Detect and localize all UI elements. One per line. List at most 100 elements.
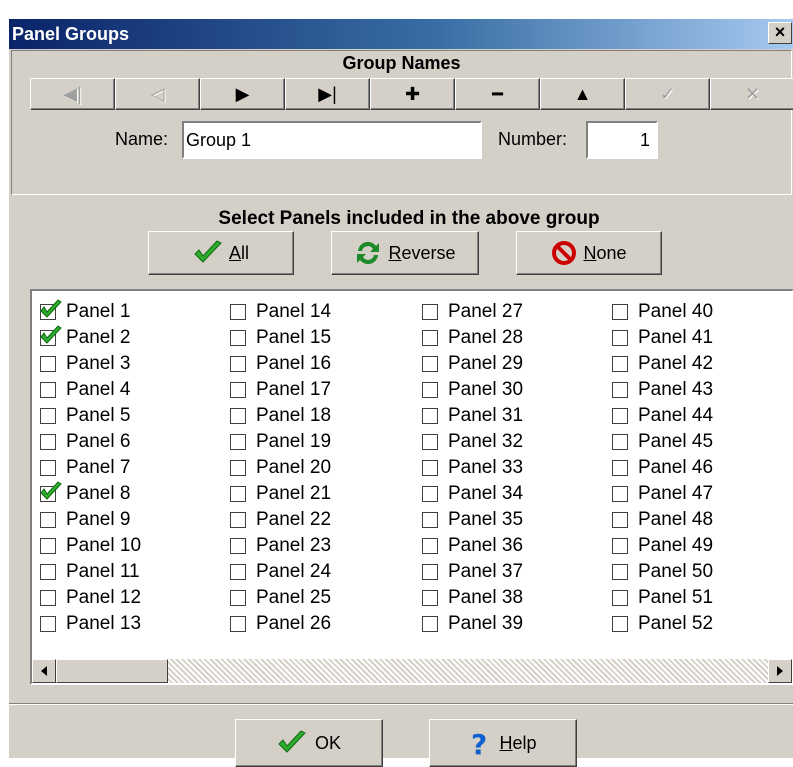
panel-checkbox-item[interactable]: Panel 22 (230, 507, 331, 533)
panel-checkbox-item[interactable]: Panel 40 (612, 299, 713, 325)
checkbox[interactable] (612, 460, 628, 476)
panel-checkbox-item[interactable]: Panel 10 (40, 533, 141, 559)
checkbox[interactable] (612, 434, 628, 450)
checkbox[interactable] (230, 538, 246, 554)
checkbox[interactable] (40, 408, 56, 424)
checkbox[interactable] (612, 512, 628, 528)
panel-checkbox-item[interactable]: Panel 45 (612, 429, 713, 455)
delete-record-button[interactable]: ━ (455, 78, 540, 110)
edit-record-button[interactable]: ▲ (540, 78, 625, 110)
ok-button[interactable]: OK (235, 719, 383, 767)
prior-record-button[interactable]: ◁ (115, 78, 200, 110)
checkbox[interactable] (40, 538, 56, 554)
checkbox[interactable] (230, 330, 246, 346)
checkbox[interactable] (40, 460, 56, 476)
checkbox[interactable] (422, 538, 438, 554)
first-record-button[interactable]: ◀| (30, 78, 115, 110)
checkbox[interactable] (40, 434, 56, 450)
panel-checkbox-item[interactable]: Panel 5 (40, 403, 141, 429)
last-record-button[interactable]: ▶| (285, 78, 370, 110)
checkbox[interactable] (230, 408, 246, 424)
checkbox[interactable] (40, 564, 56, 580)
panel-checkbox-item[interactable]: Panel 17 (230, 377, 331, 403)
checkbox[interactable] (230, 564, 246, 580)
checkbox[interactable] (230, 486, 246, 502)
panel-checkbox-item[interactable]: Panel 43 (612, 377, 713, 403)
checkbox[interactable] (422, 330, 438, 346)
panel-checkbox-item[interactable]: Panel 36 (422, 533, 523, 559)
panel-checkbox-item[interactable]: Panel 12 (40, 585, 141, 611)
panel-checkbox-item[interactable]: Panel 50 (612, 559, 713, 585)
select-none-button[interactable]: None (516, 231, 662, 275)
panel-checkbox-item[interactable]: Panel 28 (422, 325, 523, 351)
checkbox[interactable] (612, 330, 628, 346)
panel-checkbox-item[interactable]: Panel 1 (40, 299, 141, 325)
panel-checkbox-item[interactable]: Panel 6 (40, 429, 141, 455)
title-bar[interactable]: Panel Groups × (9, 19, 793, 49)
checkbox[interactable] (230, 434, 246, 450)
panel-checkbox-item[interactable]: Panel 26 (230, 611, 331, 637)
panel-checkbox-item[interactable]: Panel 42 (612, 351, 713, 377)
panel-checkbox-item[interactable]: Panel 4 (40, 377, 141, 403)
checkbox[interactable] (422, 356, 438, 372)
checkbox[interactable] (422, 408, 438, 424)
panel-checkbox-item[interactable]: Panel 27 (422, 299, 523, 325)
checkbox[interactable] (40, 356, 56, 372)
checked-checkbox[interactable] (40, 325, 62, 346)
checkbox[interactable] (422, 512, 438, 528)
reverse-button[interactable]: Reverse (331, 231, 479, 275)
checkbox[interactable] (230, 356, 246, 372)
panel-checkbox-item[interactable]: Panel 48 (612, 507, 713, 533)
checkbox[interactable] (230, 460, 246, 476)
checkbox[interactable] (40, 616, 56, 632)
checkbox[interactable] (612, 590, 628, 606)
panel-checkbox-item[interactable]: Panel 25 (230, 585, 331, 611)
checkbox[interactable] (230, 512, 246, 528)
scroll-right-button[interactable] (768, 659, 792, 683)
name-input[interactable] (182, 121, 482, 159)
checkbox[interactable] (612, 408, 628, 424)
panel-checkbox-item[interactable]: Panel 51 (612, 585, 713, 611)
checkbox[interactable] (612, 538, 628, 554)
close-button[interactable]: × (768, 22, 792, 44)
insert-record-button[interactable]: ✚ (370, 78, 455, 110)
post-edit-button[interactable]: ✓ (625, 78, 710, 110)
checkbox[interactable] (422, 616, 438, 632)
panel-checkbox-item[interactable]: Panel 47 (612, 481, 713, 507)
panel-checkbox-item[interactable]: Panel 18 (230, 403, 331, 429)
panel-checkbox-item[interactable]: Panel 24 (230, 559, 331, 585)
panel-checkbox-item[interactable]: Panel 15 (230, 325, 331, 351)
checkbox[interactable] (230, 616, 246, 632)
checkbox[interactable] (612, 616, 628, 632)
panel-checkbox-item[interactable]: Panel 16 (230, 351, 331, 377)
checkbox[interactable] (612, 564, 628, 580)
checkbox[interactable] (40, 382, 56, 398)
panel-checkbox-item[interactable]: Panel 39 (422, 611, 523, 637)
panel-checkbox-item[interactable]: Panel 21 (230, 481, 331, 507)
help-button[interactable]: ? Help (429, 719, 577, 767)
checkbox[interactable] (230, 590, 246, 606)
panel-checkbox-item[interactable]: Panel 49 (612, 533, 713, 559)
scroll-left-button[interactable] (32, 659, 56, 683)
checkbox[interactable] (230, 382, 246, 398)
panel-checkbox-item[interactable]: Panel 7 (40, 455, 141, 481)
checkbox[interactable] (612, 486, 628, 502)
panel-checkbox-item[interactable]: Panel 32 (422, 429, 523, 455)
checkbox[interactable] (40, 590, 56, 606)
panel-checkbox-item[interactable]: Panel 3 (40, 351, 141, 377)
panel-checkbox-item[interactable]: Panel 2 (40, 325, 141, 351)
panel-checkbox-item[interactable]: Panel 41 (612, 325, 713, 351)
checkbox[interactable] (422, 590, 438, 606)
next-record-button[interactable]: ▶ (200, 78, 285, 110)
panel-checkbox-item[interactable]: Panel 13 (40, 611, 141, 637)
panel-checkbox-item[interactable]: Panel 31 (422, 403, 523, 429)
checkbox[interactable] (422, 564, 438, 580)
checkbox[interactable] (612, 356, 628, 372)
checkbox[interactable] (422, 382, 438, 398)
panel-checkbox-item[interactable]: Panel 11 (40, 559, 141, 585)
checked-checkbox[interactable] (40, 299, 62, 320)
checkbox[interactable] (40, 512, 56, 528)
panel-checkbox-item[interactable]: Panel 29 (422, 351, 523, 377)
panel-checkbox-item[interactable]: Panel 19 (230, 429, 331, 455)
checkbox[interactable] (422, 304, 438, 320)
